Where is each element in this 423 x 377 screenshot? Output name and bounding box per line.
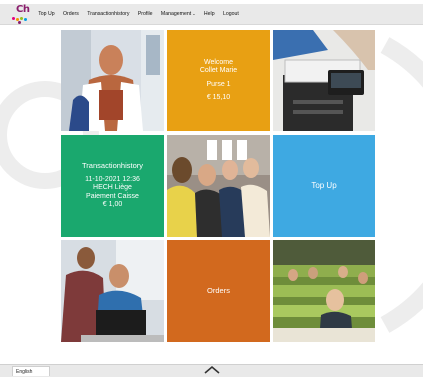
- photo-lecture-hall: [273, 240, 375, 342]
- nav-top-up[interactable]: Top Up: [34, 11, 59, 17]
- logo[interactable]: Ch: [10, 4, 30, 24]
- transactionhistory-tile[interactable]: Transactionhistory 11-10-2021 12:36 HECH…: [61, 135, 164, 237]
- welcome-tile[interactable]: Welcome Collet Marie Purse 1 € 15,10: [167, 30, 270, 131]
- chevron-down-icon: ⌄: [192, 11, 196, 16]
- nav-menu: Top Up Orders Transactionhistory Profile…: [34, 4, 243, 24]
- nav-orders[interactable]: Orders: [59, 11, 83, 17]
- orders-tile[interactable]: Orders: [167, 240, 270, 342]
- nav-transactionhistory[interactable]: Transactionhistory: [83, 11, 134, 17]
- transaction-datetime: 11-10-2021 12:36: [85, 175, 140, 183]
- nav-help[interactable]: Help: [200, 11, 219, 17]
- photo-students-laughing: [167, 135, 270, 237]
- language-selector[interactable]: English: [12, 366, 50, 376]
- photo-students-laptop: [61, 240, 164, 342]
- logo-text: Ch: [16, 4, 30, 15]
- nav-logout[interactable]: Logout: [219, 11, 243, 17]
- nav-profile[interactable]: Profile: [134, 11, 157, 17]
- photo-skeleton-model: [61, 30, 164, 131]
- top-up-tile[interactable]: Top Up: [273, 135, 375, 237]
- top-nav-bar: Ch Top Up Orders Transactionhistory Prof…: [0, 4, 423, 25]
- top-up-label: Top Up: [311, 180, 337, 190]
- welcome-label: Welcome: [203, 58, 234, 66]
- transaction-amount: € 1,00: [102, 201, 123, 209]
- transaction-method: Paiement Caisse: [86, 192, 139, 200]
- nav-management-label: Management: [160, 11, 192, 17]
- purse-label: Purse 1: [206, 80, 231, 88]
- orders-label: Orders: [207, 285, 230, 295]
- purse-balance: € 15,10: [206, 94, 231, 101]
- scroll-to-top-icon[interactable]: [202, 364, 222, 374]
- transaction-title: Transactionhistory: [82, 161, 143, 171]
- transaction-place: HECH Liège: [93, 184, 132, 192]
- nav-management[interactable]: Management⌄: [157, 11, 200, 17]
- photo-payment-terminal: [273, 30, 375, 131]
- user-name: Collet Marie: [199, 67, 238, 74]
